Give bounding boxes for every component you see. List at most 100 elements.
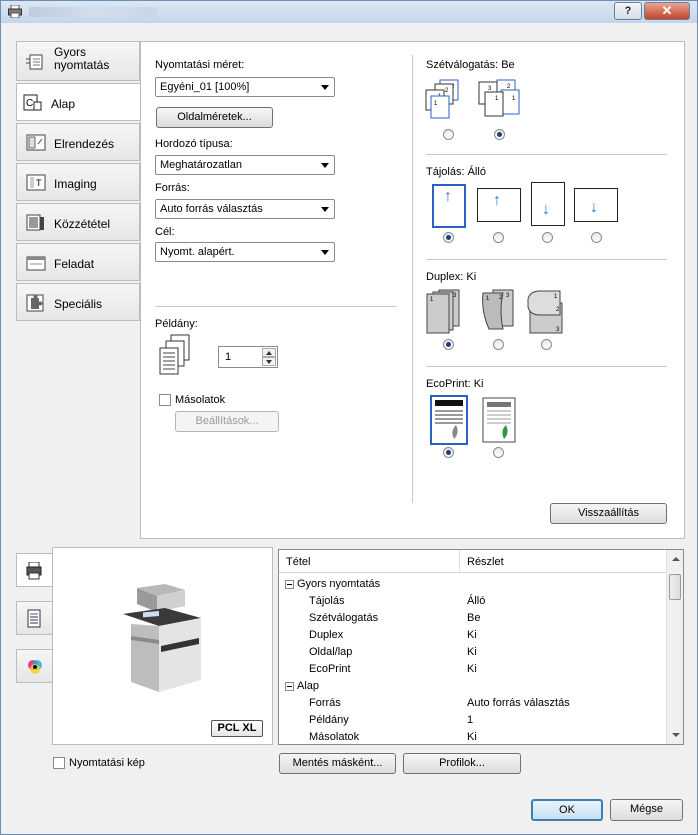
scroll-down-icon[interactable]: [672, 733, 680, 737]
tab-job-label: Feladat: [54, 257, 95, 271]
copies-stepper[interactable]: 1: [218, 346, 278, 368]
save-as-button[interactable]: Mentés másként...: [279, 753, 396, 774]
quick-print-icon: [26, 54, 43, 70]
copies-down-button[interactable]: [262, 357, 276, 366]
ecoprint-off-icon[interactable]: [430, 395, 468, 445]
list-group-row[interactable]: Gyors nyomtatás: [279, 576, 667, 593]
duplex-off-radio[interactable]: [443, 339, 454, 350]
orientation-landscape-radio[interactable]: [493, 232, 504, 243]
orientation-value: Álló: [467, 166, 486, 178]
puzzle-icon: [26, 294, 44, 312]
print-size-select[interactable]: Egyéni_01 [100%]: [155, 77, 335, 97]
col-item-header[interactable]: Tétel: [286, 556, 310, 568]
basic-icon: C: [23, 94, 42, 111]
divider: [155, 306, 397, 307]
profiles-button[interactable]: Profilok...: [403, 753, 521, 774]
media-type-select[interactable]: Meghatározatlan: [155, 155, 335, 175]
collate-on-icon[interactable]: 2 1 3 1: [477, 78, 527, 122]
preview-tab-printer[interactable]: [16, 553, 53, 587]
tab-quick-print[interactable]: Gyors nyomtatás: [16, 41, 140, 81]
tab-job[interactable]: Feladat: [16, 243, 140, 281]
scroll-up-icon[interactable]: [672, 557, 680, 561]
orientation-portrait-option[interactable]: ↑: [432, 184, 466, 228]
ecoprint-off-radio[interactable]: [443, 447, 454, 458]
print-preview-label: Nyomtatási kép: [69, 757, 145, 769]
list-header: Tétel Részlet: [279, 550, 667, 573]
table-row[interactable]: Példány 1: [279, 712, 667, 729]
help-button[interactable]: ?: [614, 2, 642, 20]
tab-publishing[interactable]: Közzététel: [16, 203, 140, 241]
tab-layout[interactable]: Elrendezés: [16, 123, 140, 161]
basic-settings-panel: Nyomtatási méret: Egyéni_01 [100%] Oldal…: [140, 41, 685, 539]
orientation-portrait-radio[interactable]: [443, 232, 454, 243]
orientation-portrait-rotated-option[interactable]: ↓: [531, 182, 565, 226]
print-preview-checkbox[interactable]: [53, 757, 65, 769]
copies-label: Példány:: [155, 318, 198, 330]
page-sizes-button[interactable]: Oldalméretek...: [156, 107, 273, 128]
source-select[interactable]: Auto forrás választás: [155, 199, 335, 219]
list-group-row[interactable]: Alap: [279, 678, 667, 695]
table-row[interactable]: Forrás Auto forrás választás: [279, 695, 667, 712]
col-detail-header[interactable]: Részlet: [467, 556, 504, 568]
collate-on-radio[interactable]: [494, 129, 505, 140]
printer-icon: [8, 5, 22, 18]
row-item: Példány: [309, 714, 349, 726]
cancel-button[interactable]: Mégse: [610, 799, 683, 821]
collapse-icon[interactable]: [285, 580, 294, 589]
job-icon: [26, 256, 46, 271]
source-value: Auto forrás választás: [160, 203, 263, 215]
printer-preview: PCL XL: [52, 547, 273, 745]
title-bar[interactable]: ? ✕: [1, 1, 697, 23]
divider: [426, 259, 667, 260]
duplex-short-edge-icon[interactable]: 3 1 2: [526, 289, 570, 335]
chevron-down-icon: [321, 163, 329, 168]
orientation-landscape-option[interactable]: ↑: [477, 188, 521, 222]
media-type-label: Hordozó típusa:: [155, 138, 233, 150]
reset-button[interactable]: Visszaállítás: [550, 503, 667, 524]
collate-off-radio[interactable]: [443, 129, 454, 140]
table-row[interactable]: Duplex Ki: [279, 627, 667, 644]
row-detail: Álló: [467, 595, 486, 607]
preview-tab-color[interactable]: [16, 649, 53, 683]
settings-button[interactable]: Beállítások...: [175, 411, 279, 432]
collate-off-icon[interactable]: 2 2 1 1: [424, 78, 470, 122]
row-item: Forrás: [309, 697, 341, 709]
orientation-portrait-rotated-radio[interactable]: [542, 232, 553, 243]
ecoprint-label: EcoPrint:: [426, 378, 471, 390]
tab-quick-print-label-1: Gyors: [54, 45, 87, 59]
close-button[interactable]: ✕: [644, 2, 690, 20]
tab-basic[interactable]: C Alap: [16, 83, 141, 121]
copies-checkbox[interactable]: [159, 394, 171, 406]
duplex-label: Duplex:: [426, 271, 464, 283]
table-row[interactable]: Szétválogatás Be: [279, 610, 667, 627]
table-row[interactable]: Másolatok Ki: [279, 729, 667, 746]
collapse-icon[interactable]: [285, 682, 294, 691]
collate-value: Be: [501, 59, 515, 71]
table-row[interactable]: Tájolás Álló: [279, 593, 667, 610]
ok-button[interactable]: OK: [531, 799, 603, 821]
duplex-long-edge-radio[interactable]: [493, 339, 504, 350]
orientation-landscape-rotated-option[interactable]: ↓: [574, 188, 618, 222]
destination-select[interactable]: Nyomt. alapért.: [155, 242, 335, 262]
tab-advanced[interactable]: Speciális: [16, 283, 140, 321]
duplex-long-edge-icon[interactable]: 3 1 2: [479, 289, 519, 335]
ecoprint-on-icon[interactable]: [482, 397, 516, 443]
duplex-off-icon[interactable]: 3 2 1: [425, 289, 473, 335]
table-row[interactable]: Oldal/lap Ki: [279, 644, 667, 661]
duplex-short-edge-radio[interactable]: [541, 339, 552, 350]
orientation-label: Tájolás:: [426, 166, 465, 178]
table-row[interactable]: EcoPrint Ki: [279, 661, 667, 678]
scroll-thumb[interactable]: [669, 574, 681, 600]
row-item: EcoPrint: [309, 663, 351, 675]
preview-tab-page[interactable]: [16, 601, 53, 635]
vertical-scrollbar[interactable]: [666, 550, 683, 744]
chevron-down-icon: [321, 250, 329, 255]
tab-imaging[interactable]: T Imaging: [16, 163, 140, 201]
settings-summary-list[interactable]: Tétel Részlet Gyors nyomtatás Tájolás Álló…: [278, 549, 684, 745]
row-item: Másolatok: [309, 731, 360, 743]
copies-up-button[interactable]: [262, 348, 276, 357]
orientation-landscape-rotated-radio[interactable]: [591, 232, 602, 243]
ecoprint-on-radio[interactable]: [493, 447, 504, 458]
page-icon: [27, 609, 41, 628]
duplex-value: Ki: [466, 271, 477, 283]
